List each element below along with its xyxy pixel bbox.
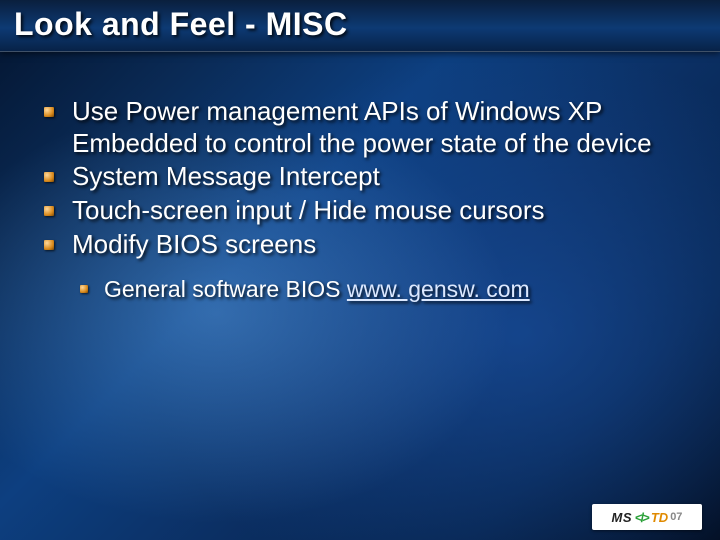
- sub-bullet-text: General software BIOS: [104, 276, 347, 302]
- bios-link[interactable]: www. gensw. com: [347, 276, 530, 302]
- bullet-item: Use Power management APIs of Windows XP …: [40, 96, 680, 159]
- bullet-item: Modify BIOS screens: [40, 229, 680, 261]
- sub-bullet-item: General software BIOS www. gensw. com: [76, 275, 680, 304]
- title-bar: Look and Feel - MISC: [0, 0, 720, 52]
- footer-logo: MS </> TD 07: [592, 504, 702, 530]
- logo-year-text: 07: [670, 511, 682, 523]
- logo-ms-text: MS: [612, 510, 633, 525]
- bullet-item: Touch-screen input / Hide mouse cursors: [40, 195, 680, 227]
- slide-title: Look and Feel - MISC: [14, 6, 706, 43]
- logo-chevron-icon: </>: [635, 510, 648, 525]
- main-bullet-list: Use Power management APIs of Windows XP …: [40, 96, 680, 261]
- sub-bullet-list: General software BIOS www. gensw. com: [40, 275, 680, 304]
- content-area: Use Power management APIs of Windows XP …: [40, 96, 680, 303]
- bullet-item: System Message Intercept: [40, 161, 680, 193]
- slide: Look and Feel - MISC Use Power managemen…: [0, 0, 720, 540]
- logo-td-text: TD: [651, 510, 668, 525]
